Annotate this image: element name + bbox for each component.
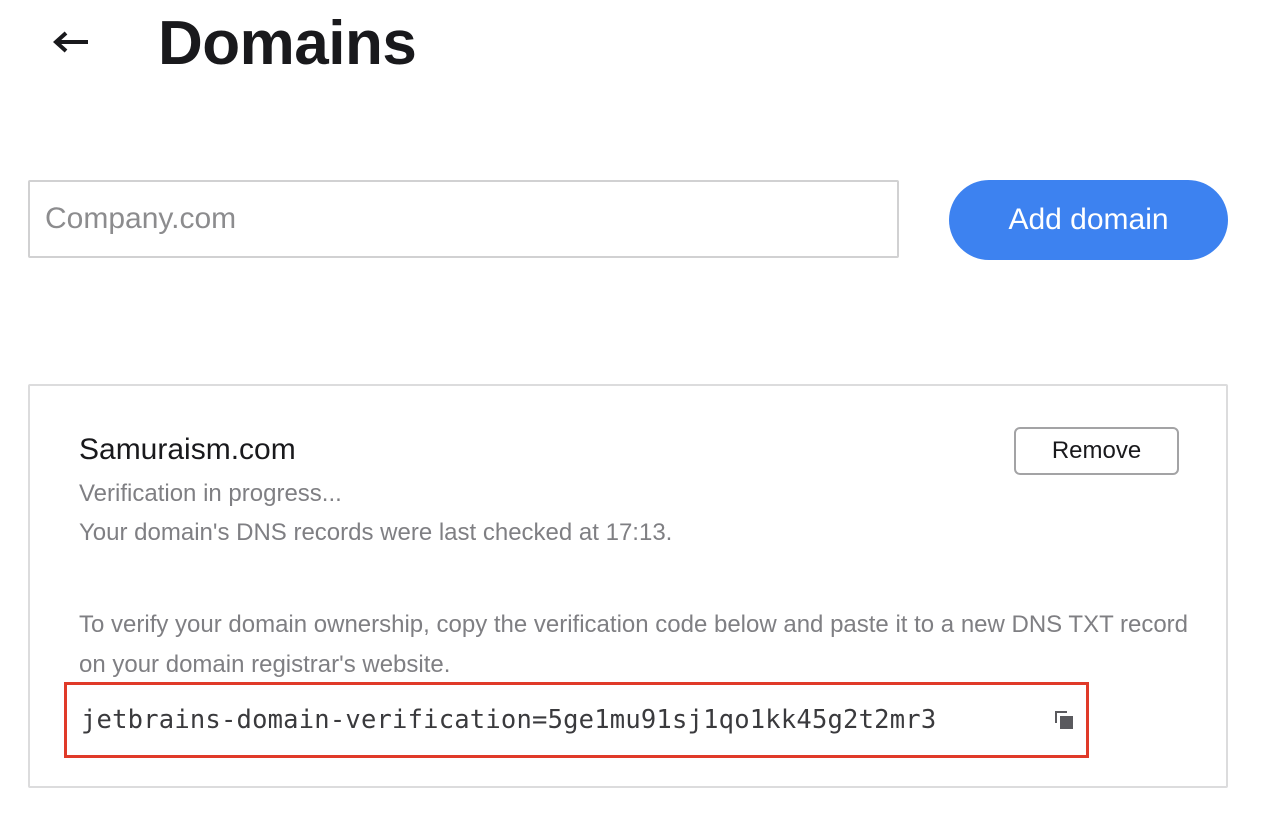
last-checked-text: Your domain's DNS records were last chec… xyxy=(79,519,673,546)
copy-icon xyxy=(1055,711,1073,729)
verification-status: Verification in progress... xyxy=(79,480,342,507)
verification-code-box: jetbrains-domain-verification=5ge1mu91sj… xyxy=(64,682,1089,758)
verification-code[interactable]: jetbrains-domain-verification=5ge1mu91sj… xyxy=(81,705,936,735)
back-button[interactable] xyxy=(46,20,94,64)
page-title: Domains xyxy=(158,9,417,78)
domain-input[interactable] xyxy=(28,180,899,258)
add-domain-button[interactable]: Add domain xyxy=(949,180,1228,260)
domains-page: Domains Add domain Samuraism.com Remove … xyxy=(0,0,1264,820)
copy-button[interactable] xyxy=(1049,705,1079,735)
arrow-left-icon xyxy=(53,31,88,53)
domain-name: Samuraism.com xyxy=(79,433,296,466)
domain-card: Samuraism.com Remove Verification in pro… xyxy=(28,384,1228,788)
verification-instructions: To verify your domain ownership, copy th… xyxy=(79,611,1189,678)
remove-button[interactable]: Remove xyxy=(1014,427,1179,475)
